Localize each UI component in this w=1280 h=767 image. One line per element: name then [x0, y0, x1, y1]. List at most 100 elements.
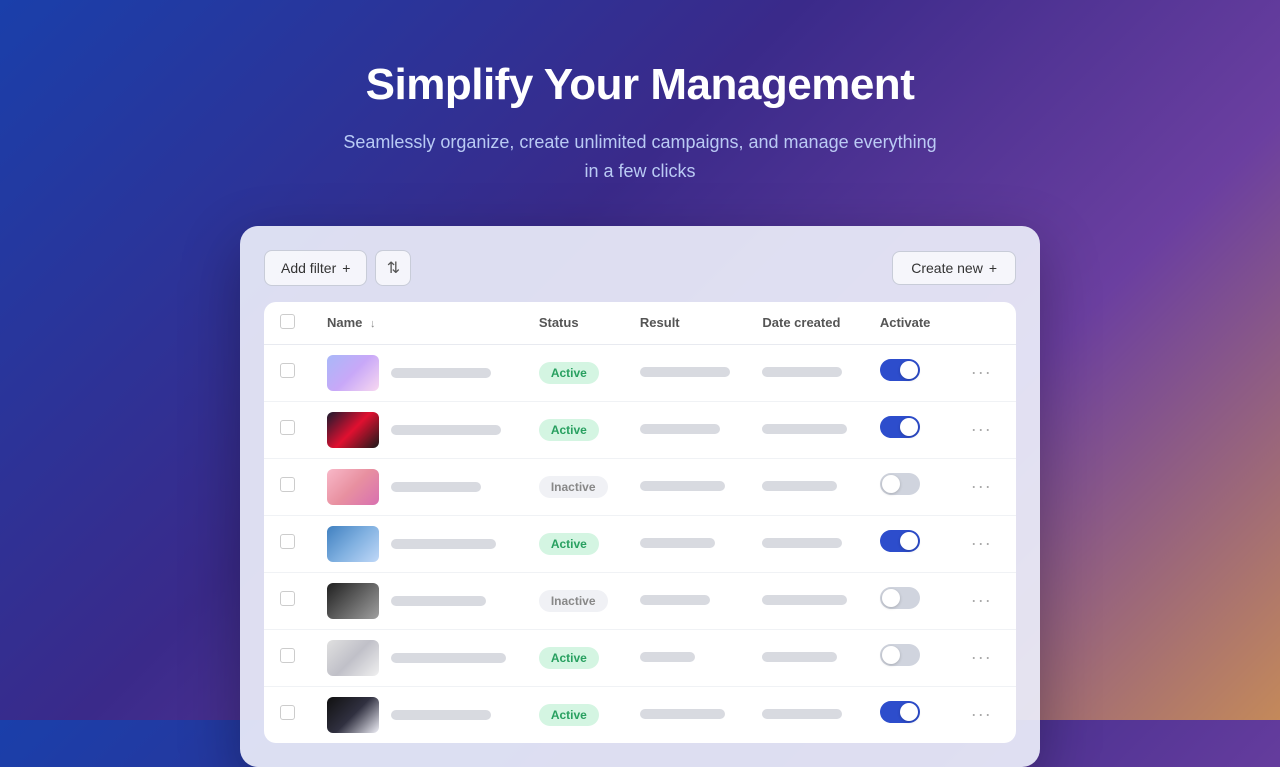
th-name[interactable]: Name ↓ — [311, 302, 523, 345]
td-result — [624, 515, 746, 572]
row-checkbox[interactable] — [280, 705, 295, 720]
toggle-thumb — [900, 361, 918, 379]
td-name — [311, 401, 523, 458]
campaigns-table: Name ↓ Status Result Date created Activa… — [264, 302, 1016, 743]
date-bar — [762, 367, 842, 377]
th-activate: Activate — [864, 302, 947, 345]
td-date-created — [746, 686, 863, 743]
td-checkbox — [264, 515, 311, 572]
more-actions-button[interactable]: ··· — [963, 586, 1000, 614]
toolbar: Add filter + ⇅ Create new + — [264, 250, 1016, 286]
more-actions-button[interactable]: ··· — [963, 358, 1000, 386]
campaign-name-bar — [391, 368, 491, 378]
campaign-name-bar — [391, 710, 491, 720]
sort-button[interactable]: ⇅ — [375, 250, 411, 286]
create-new-plus-icon: + — [989, 260, 997, 276]
row-checkbox[interactable] — [280, 420, 295, 435]
row-checkbox[interactable] — [280, 591, 295, 606]
td-date-created — [746, 572, 863, 629]
campaign-name-bar — [391, 425, 501, 435]
hero-section: Simplify Your Management Seamlessly orga… — [340, 60, 940, 186]
th-activate-label: Activate — [880, 315, 931, 330]
campaign-name-bar — [391, 482, 481, 492]
campaign-thumbnail — [327, 640, 379, 676]
td-name — [311, 458, 523, 515]
more-actions-button[interactable]: ··· — [963, 529, 1000, 557]
create-new-label: Create new — [911, 260, 983, 276]
add-filter-label: Add filter — [281, 260, 336, 276]
select-all-checkbox[interactable] — [280, 314, 295, 329]
row-checkbox[interactable] — [280, 534, 295, 549]
result-bar — [640, 424, 720, 434]
activate-toggle[interactable] — [880, 473, 920, 495]
status-badge: Active — [539, 704, 599, 726]
toggle-track — [880, 587, 920, 609]
td-activate — [864, 572, 947, 629]
td-checkbox — [264, 458, 311, 515]
sort-icon: ⇅ — [387, 258, 400, 278]
th-name-label: Name — [327, 315, 362, 330]
th-status: Status — [523, 302, 624, 345]
row-checkbox[interactable] — [280, 648, 295, 663]
td-checkbox — [264, 344, 311, 401]
td-actions: ··· — [947, 458, 1016, 515]
create-new-button[interactable]: Create new + — [892, 251, 1016, 285]
campaign-thumbnail — [327, 583, 379, 619]
more-actions-button[interactable]: ··· — [963, 415, 1000, 443]
status-badge: Active — [539, 533, 599, 555]
toggle-track — [880, 473, 920, 495]
activate-toggle[interactable] — [880, 644, 920, 666]
result-bar — [640, 709, 725, 719]
td-status: Active — [523, 344, 624, 401]
status-badge: Active — [539, 362, 599, 384]
td-name — [311, 344, 523, 401]
date-bar — [762, 538, 842, 548]
td-checkbox — [264, 401, 311, 458]
add-filter-button[interactable]: Add filter + — [264, 250, 367, 286]
toggle-thumb — [882, 475, 900, 493]
toggle-thumb — [882, 646, 900, 664]
td-result — [624, 458, 746, 515]
td-status: Active — [523, 686, 624, 743]
status-badge: Inactive — [539, 476, 608, 498]
td-status: Inactive — [523, 572, 624, 629]
td-actions: ··· — [947, 515, 1016, 572]
activate-toggle[interactable] — [880, 587, 920, 609]
th-status-label: Status — [539, 315, 579, 330]
campaign-thumbnail — [327, 526, 379, 562]
table-row: Active ··· — [264, 686, 1016, 743]
more-actions-button[interactable]: ··· — [963, 643, 1000, 671]
main-card: Add filter + ⇅ Create new + N — [240, 226, 1040, 767]
activate-toggle[interactable] — [880, 530, 920, 552]
date-bar — [762, 595, 847, 605]
td-actions: ··· — [947, 572, 1016, 629]
campaign-thumbnail — [327, 412, 379, 448]
row-checkbox[interactable] — [280, 363, 295, 378]
td-activate — [864, 515, 947, 572]
td-result — [624, 686, 746, 743]
th-result-label: Result — [640, 315, 680, 330]
toggle-thumb — [900, 703, 918, 721]
date-bar — [762, 481, 837, 491]
table-row: Active ··· — [264, 515, 1016, 572]
table-header-row: Name ↓ Status Result Date created Activa… — [264, 302, 1016, 345]
status-badge: Inactive — [539, 590, 608, 612]
td-date-created — [746, 344, 863, 401]
activate-toggle[interactable] — [880, 416, 920, 438]
td-actions: ··· — [947, 629, 1016, 686]
name-sort-icon: ↓ — [370, 318, 376, 330]
result-bar — [640, 652, 695, 662]
td-activate — [864, 686, 947, 743]
more-actions-button[interactable]: ··· — [963, 472, 1000, 500]
td-activate — [864, 401, 947, 458]
toolbar-left: Add filter + ⇅ — [264, 250, 411, 286]
date-bar — [762, 652, 837, 662]
table-row: Active ··· — [264, 344, 1016, 401]
td-status: Inactive — [523, 458, 624, 515]
th-date-label: Date created — [762, 315, 840, 330]
td-activate — [864, 344, 947, 401]
toggle-thumb — [900, 418, 918, 436]
row-checkbox[interactable] — [280, 477, 295, 492]
activate-toggle[interactable] — [880, 359, 920, 381]
more-actions-button[interactable]: ··· — [963, 700, 1000, 728]
